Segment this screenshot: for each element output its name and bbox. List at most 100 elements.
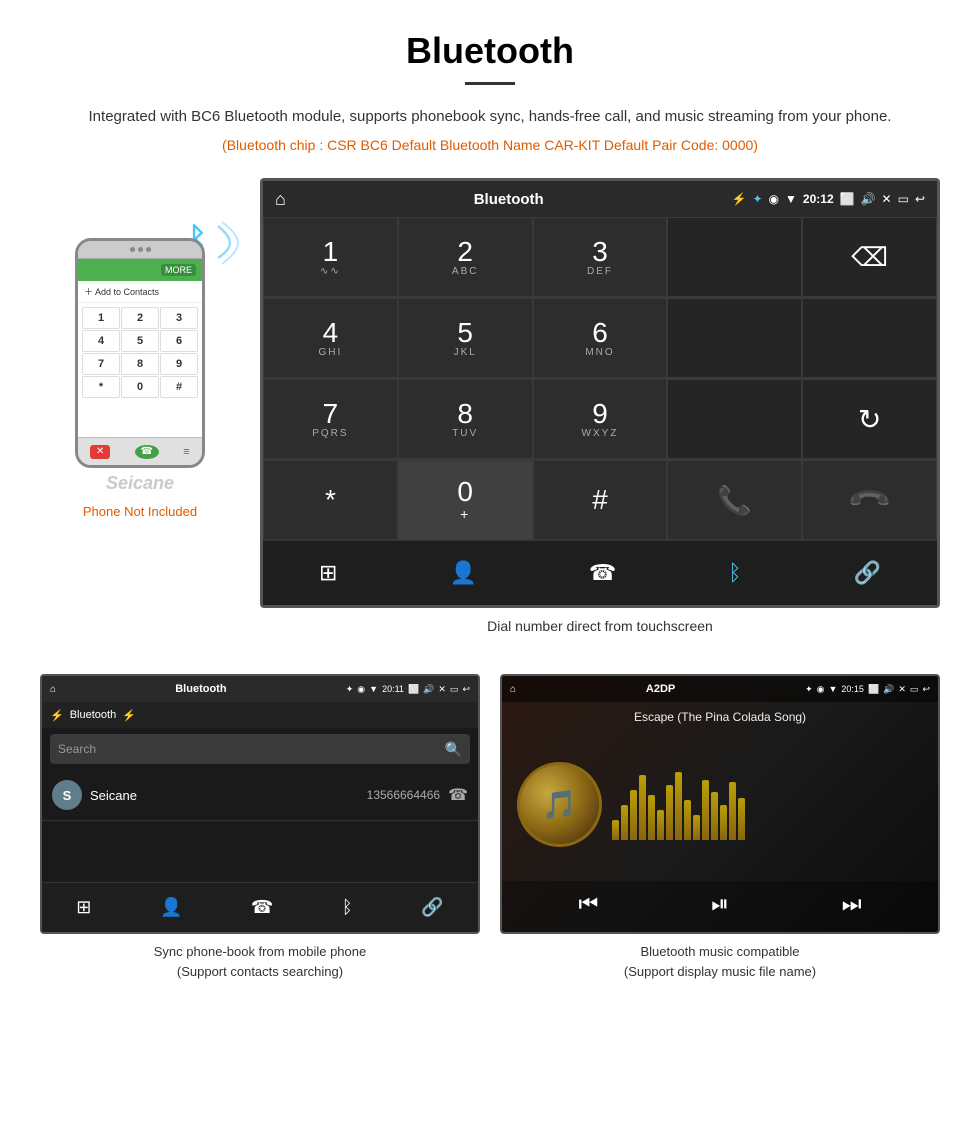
play-pause-btn[interactable]: ⏯ — [711, 891, 729, 917]
dial-sub-6: MNO — [585, 347, 614, 358]
dialpad-nav-bar: ⊞ 👤 ☎ ᛒ 🔗 — [263, 540, 937, 605]
music-back-icon: ↩ — [922, 684, 930, 695]
phone-green-bar: MORE — [78, 259, 202, 281]
music-caption-line2: (Support display music file name) — [624, 964, 816, 979]
viz-bar — [639, 775, 646, 840]
phone-end-btn: ✕ — [90, 445, 110, 459]
dial-key-8[interactable]: 8 TUV — [398, 379, 533, 459]
dial-key-hash[interactable]: # — [533, 460, 668, 540]
nav-person-icon[interactable]: 👤 — [449, 560, 476, 586]
contact-call-icon[interactable]: ☎ — [448, 785, 468, 805]
dial-sub-7: PQRS — [312, 428, 348, 439]
dial-sub-2: ABC — [452, 266, 479, 277]
dial-sub-3: DEF — [587, 266, 613, 277]
phone-key-6: 6 — [160, 330, 198, 352]
music-bt-icon: ✦ — [805, 684, 813, 695]
dialpad-grid: 1 ∿∿ 2 ABC 3 DEF ⌫ — [263, 217, 937, 540]
dial-key-6[interactable]: 6 MNO — [533, 298, 668, 378]
phone-key-2: 2 — [121, 307, 159, 329]
pb-vol-icon: 🔊 — [423, 684, 434, 695]
music-screen: ⌂ A2DP ✦ ◉ ▼ 20:15 ⬜ 🔊 ✕ ▭ ↩ — [500, 674, 940, 934]
music-status-right: ✦ ◉ ▼ 20:15 ⬜ 🔊 ✕ ▭ ↩ — [805, 684, 930, 695]
dial-key-star[interactable]: * — [263, 460, 398, 540]
phone-dot — [130, 247, 135, 252]
dial-sub-0: + — [460, 506, 470, 522]
back-icon: ↩ — [915, 192, 925, 206]
phone-section: ᛒ MORE ＋ Add to Contacts — [40, 178, 240, 519]
dial-num-1: 1 — [323, 238, 339, 266]
dialpad-row-4: * 0 + # 📞 📞 — [263, 460, 937, 540]
phone-dot-3 — [146, 247, 151, 252]
dialpad-caption: Dial number direct from touchscreen — [260, 618, 940, 634]
phone-keypad: 1 2 3 4 5 6 7 8 9 * 0 # — [78, 303, 202, 402]
status-bar-center: Bluetooth — [286, 191, 732, 208]
viz-bar — [675, 772, 682, 840]
pb-search-bar[interactable]: Search 🔍 — [50, 734, 470, 764]
dial-key-1[interactable]: 1 ∿∿ — [263, 217, 398, 297]
phone-add-contact: ＋ Add to Contacts — [78, 281, 202, 303]
music-rect-icon: ▭ — [910, 684, 919, 695]
dial-num-2: 2 — [457, 238, 473, 266]
viz-bar — [648, 795, 655, 840]
contact-avatar: S — [52, 780, 82, 810]
green-phone-icon: 📞 — [717, 484, 752, 517]
phone-illustration: ᛒ MORE ＋ Add to Contacts — [60, 238, 220, 494]
dial-key-2[interactable]: 2 ABC — [398, 217, 533, 297]
nav-link-icon[interactable]: 🔗 — [854, 560, 881, 586]
page-specs: (Bluetooth chip : CSR BC6 Default Blueto… — [40, 137, 940, 153]
phonebook-screen: ⌂ Bluetooth ✦ ◉ ▼ 20:11 ⬜ 🔊 ✕ ▭ ↩ — [40, 674, 480, 934]
dial-call-green[interactable]: 📞 — [667, 460, 802, 540]
dial-key-4[interactable]: 4 GHI — [263, 298, 398, 378]
nav-phone-icon[interactable]: ☎ — [589, 560, 616, 586]
next-track-btn[interactable]: ⏭ — [842, 891, 862, 917]
phone-key-0: 0 — [121, 376, 159, 398]
rect-icon: ▭ — [898, 192, 909, 206]
music-note-icon: 🎵 — [542, 788, 577, 821]
dial-backspace[interactable]: ⌫ — [802, 217, 937, 297]
music-status-left: ⌂ — [510, 684, 516, 695]
dial-key-9[interactable]: 9 WXYZ — [533, 379, 668, 459]
pb-cam-icon: ⬜ — [408, 684, 419, 695]
pb-nav-grid[interactable]: ⊞ — [76, 897, 91, 918]
bt-status-icon: ✦ — [752, 192, 762, 206]
dial-key-5[interactable]: 5 JKL — [398, 298, 533, 378]
dial-sub-8: TUV — [452, 428, 478, 439]
prev-track-btn[interactable]: ⏮ — [578, 891, 598, 917]
dial-key-7[interactable]: 7 PQRS — [263, 379, 398, 459]
pb-nav-bt[interactable]: ᛒ — [342, 897, 353, 918]
wifi-icon: ▼ — [785, 192, 797, 206]
phone-dot-2 — [138, 247, 143, 252]
viz-bar — [720, 805, 727, 840]
dialpad-row-3: 7 PQRS 8 TUV 9 WXYZ ↻ — [263, 379, 937, 460]
phone-call-btn: ☎ — [135, 445, 159, 459]
dial-key-0[interactable]: 0 + — [398, 460, 533, 540]
nav-grid-icon[interactable]: ⊞ — [319, 560, 337, 586]
dial-refresh[interactable]: ↻ — [802, 379, 937, 459]
phone-key-1: 1 — [82, 307, 120, 329]
pb-loc-icon: ◉ — [357, 684, 365, 695]
pb-caption-line1: Sync phone-book from mobile phone — [154, 944, 366, 959]
dial-sub-5: JKL — [454, 347, 477, 358]
dial-call-red[interactable]: 📞 — [802, 460, 937, 540]
music-title-label: A2DP — [646, 683, 675, 695]
music-bg: ⌂ A2DP ✦ ◉ ▼ 20:15 ⬜ 🔊 ✕ ▭ ↩ — [502, 676, 938, 932]
pb-usb2-icon: ⚡ — [122, 709, 136, 722]
time-display: 20:12 — [803, 192, 834, 206]
pb-nav-link[interactable]: 🔗 — [421, 897, 443, 918]
phone-not-included-label: Phone Not Included — [40, 504, 240, 519]
pb-back-icon: ↩ — [462, 684, 470, 695]
nav-bluetooth-icon[interactable]: ᛒ — [728, 560, 741, 586]
dial-sub-1: ∿∿ — [320, 266, 341, 277]
pb-nav-person[interactable]: 👤 — [160, 897, 182, 918]
dial-key-3[interactable]: 3 DEF — [533, 217, 668, 297]
phone-key-5: 5 — [121, 330, 159, 352]
dial-num-0: 0 — [457, 478, 473, 506]
dialpad-row-2: 4 GHI 5 JKL 6 MNO — [263, 298, 937, 379]
pb-nav-phone[interactable]: ☎ — [251, 897, 273, 918]
music-loc-icon: ◉ — [817, 684, 825, 695]
phone-key-8: 8 — [121, 353, 159, 375]
phone-key-hash: # — [160, 376, 198, 398]
pb-caption-line2: (Support contacts searching) — [177, 964, 343, 979]
viz-bar — [657, 810, 664, 840]
pb-usb-icon: ⚡ — [50, 709, 64, 722]
